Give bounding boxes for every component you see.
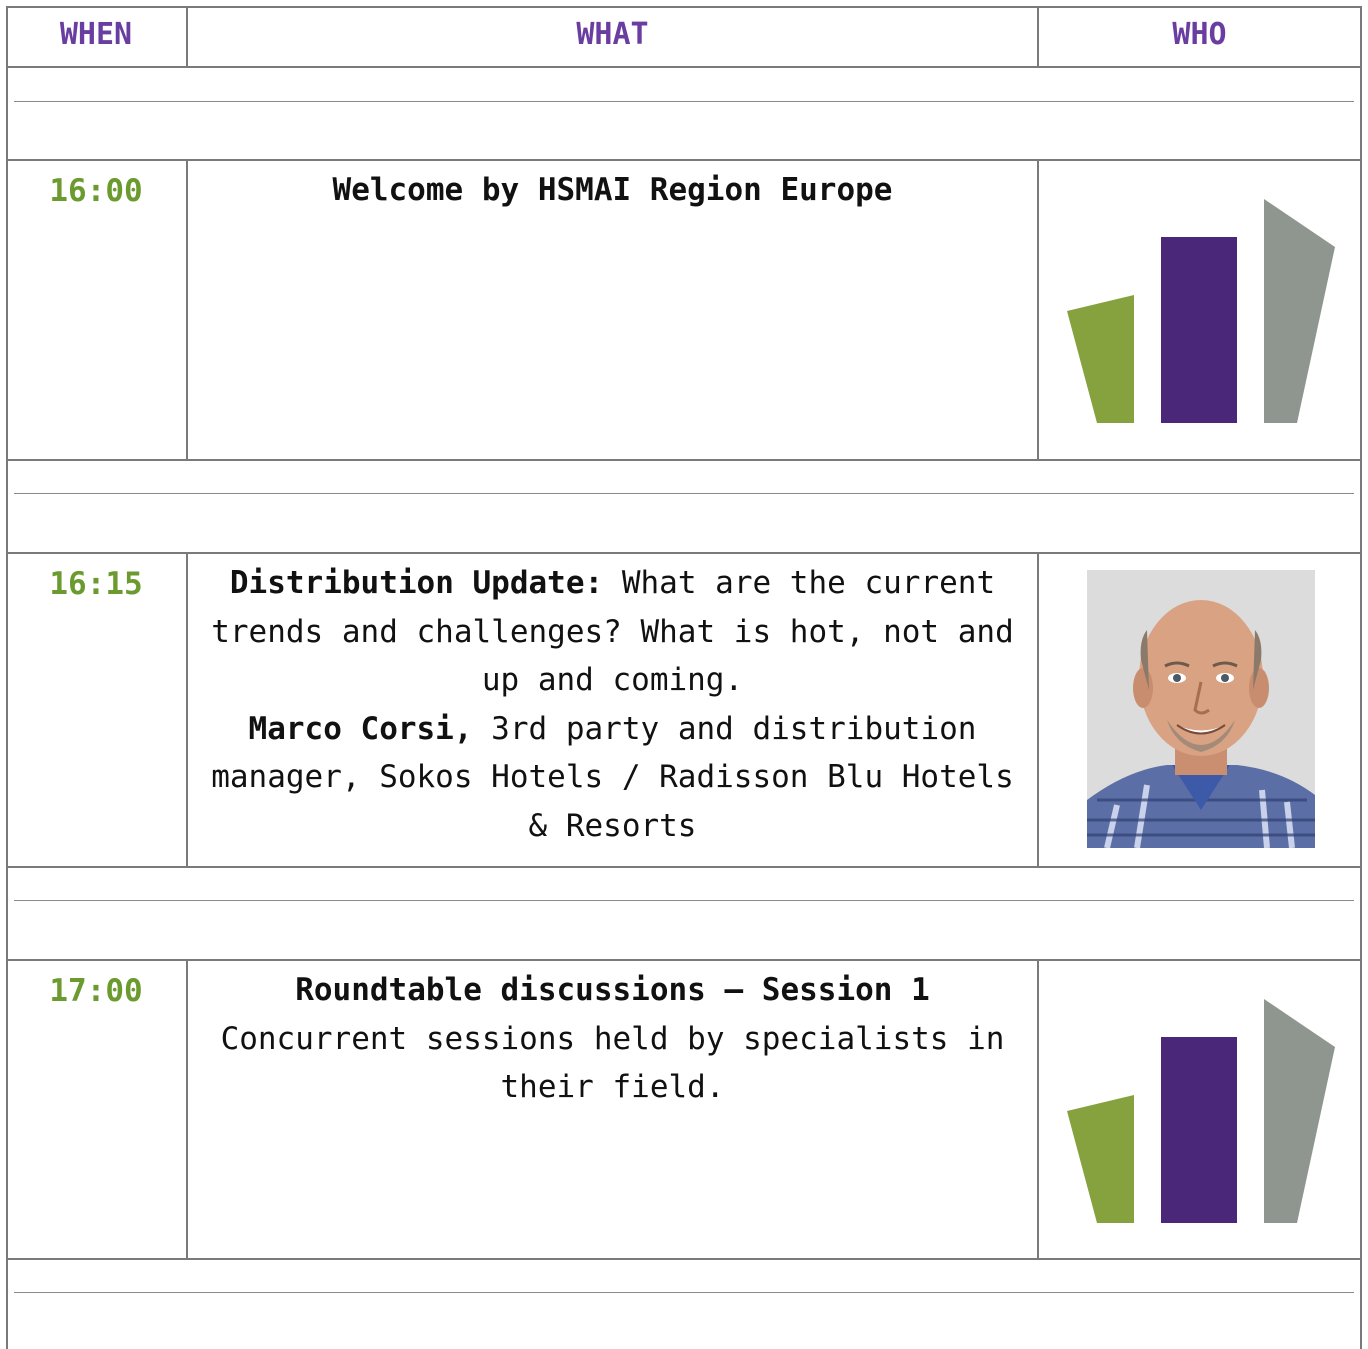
agenda-page: WHEN WHAT WHO 16:00 Welcome by HSMAI Reg… <box>0 0 1368 1349</box>
session-who <box>1039 554 1360 866</box>
session-what: Distribution Update: What are the curren… <box>188 554 1037 866</box>
session-who <box>1039 961 1360 1258</box>
header-what: WHAT <box>576 17 649 52</box>
speaker-photo <box>1087 570 1315 848</box>
session-title: Welcome by HSMAI Region Europe <box>332 172 893 208</box>
hsmai-logo <box>1067 999 1335 1223</box>
speaker-name: Marco Corsi, <box>248 710 473 747</box>
session-title: Roundtable discussions – Session 1 <box>295 972 930 1008</box>
divider <box>14 900 1354 901</box>
session-time: 16:15 <box>49 566 143 602</box>
session-description: Concurrent sessions held by specialists … <box>220 1020 1005 1106</box>
session-what: Roundtable discussions – Session 1 Concu… <box>188 961 1037 1258</box>
divider <box>14 101 1354 102</box>
hsmai-logo <box>1067 199 1335 423</box>
divider <box>14 1292 1354 1293</box>
table-header-row: WHEN WHAT WHO <box>6 6 1362 68</box>
spacer-row <box>6 68 1362 161</box>
session-time: 17:00 <box>49 973 143 1009</box>
table-row: 16:15 Distribution Update: What are the … <box>6 554 1362 868</box>
session-time: 16:00 <box>49 173 143 209</box>
session-title: Distribution Update: <box>229 565 604 601</box>
session-who <box>1039 161 1360 459</box>
session-what: Welcome by HSMAI Region Europe <box>188 161 1037 459</box>
spacer-row <box>6 868 1362 961</box>
divider <box>14 493 1354 494</box>
table-row: 17:00 Roundtable discussions – Session 1… <box>6 961 1362 1260</box>
header-who: WHO <box>1172 17 1227 52</box>
spacer-row <box>6 1260 1362 1349</box>
table-row: 16:00 Welcome by HSMAI Region Europe <box>6 161 1362 461</box>
spacer-row <box>6 461 1362 554</box>
header-when: WHEN <box>59 17 133 52</box>
